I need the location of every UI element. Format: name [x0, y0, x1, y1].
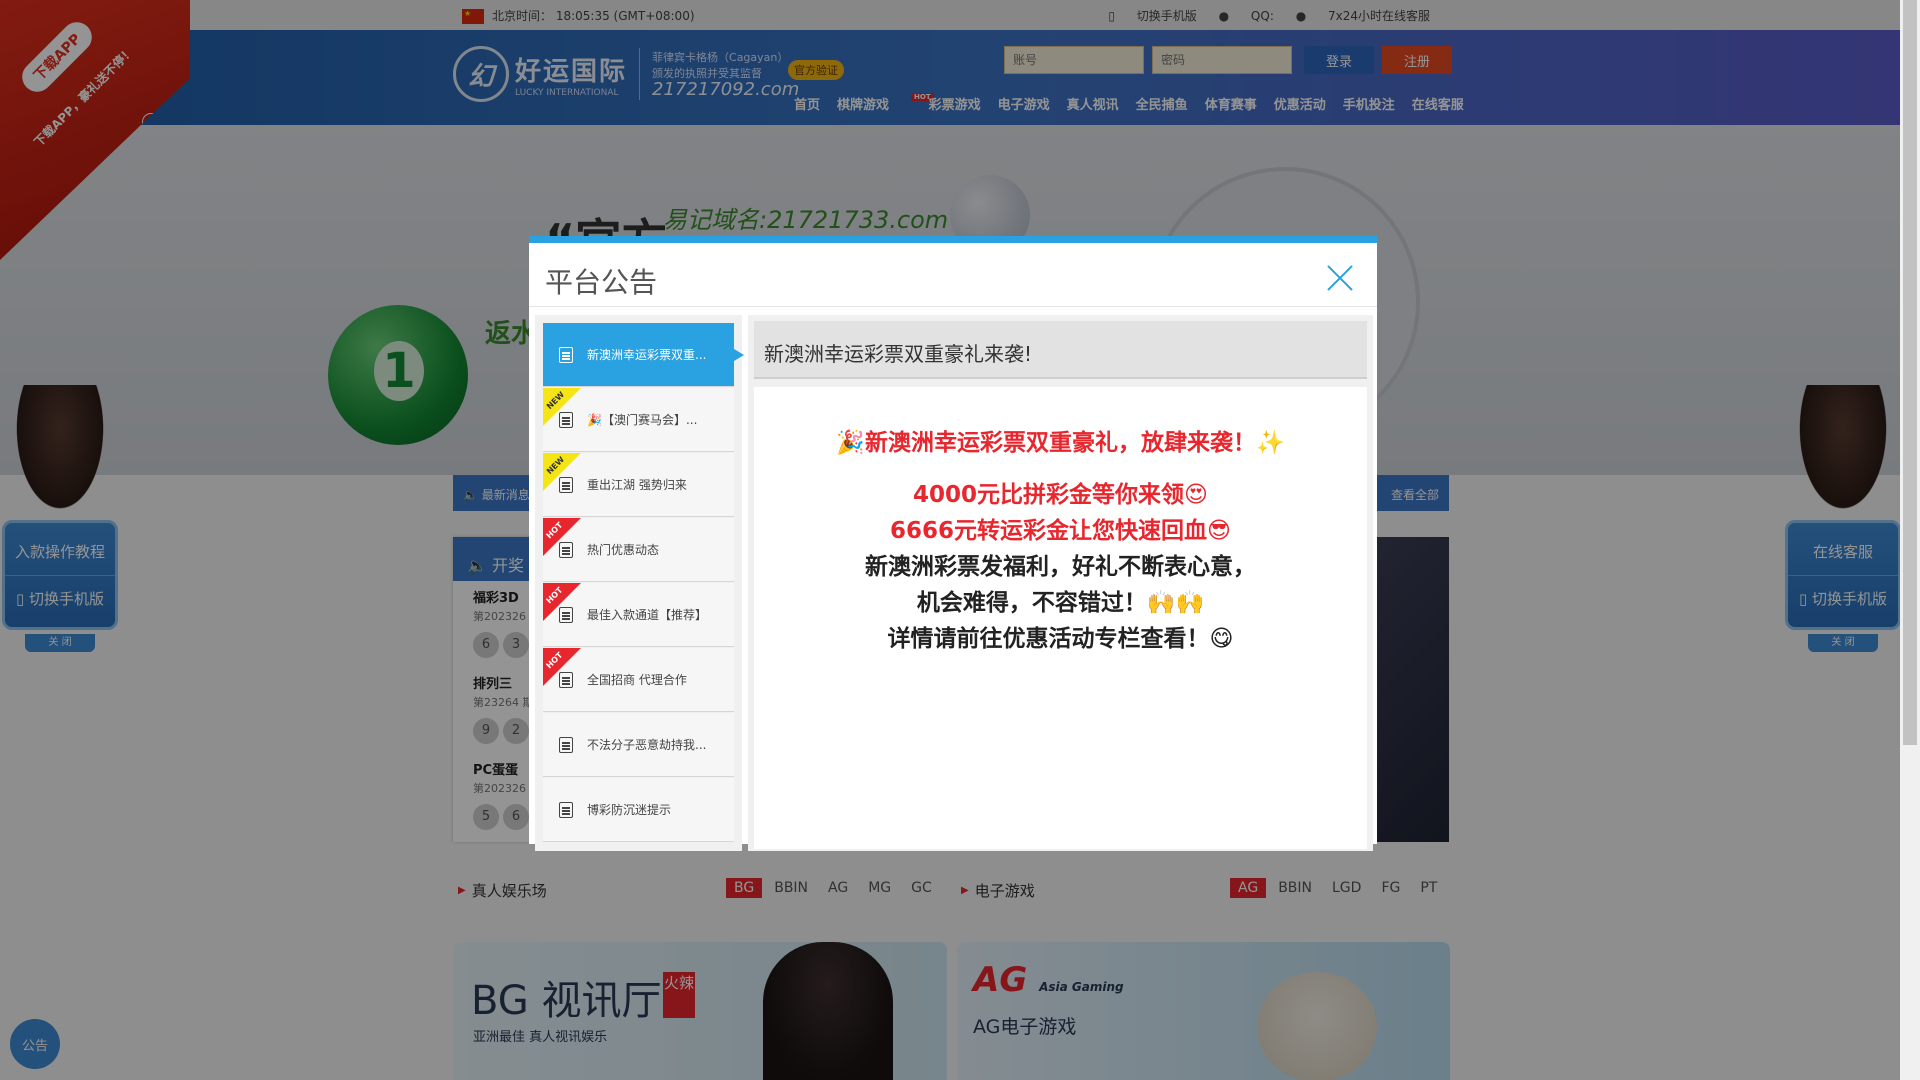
content-line: 详情请前往优惠活动专栏查看！😋 [887, 626, 1234, 652]
badge-text: HOT [544, 585, 565, 606]
content-line: 4000元比拼彩金等你来领😍 [913, 482, 1208, 508]
page: 北京时间： 18:05:35 (GMT+08:00) ▯ 切换手机版 ● QQ:… [0, 0, 1920, 1080]
announcement-item[interactable]: HOT 最佳入款通道【推荐】 [543, 583, 734, 647]
scrollbar-thumb[interactable] [1903, 0, 1917, 745]
document-icon [559, 412, 573, 428]
badge-text: HOT [544, 520, 565, 541]
document-icon [559, 607, 573, 623]
document-icon [559, 737, 573, 753]
badge-text: NEW [544, 389, 567, 412]
close-icon[interactable] [1325, 263, 1355, 293]
announcement-list: 新澳洲幸运彩票双重... NEW 🎉【澳门赛马会】... NEW 重出江湖 强势… [535, 315, 744, 851]
announcement-item[interactable]: NEW 重出江湖 强势归来 [543, 453, 734, 517]
content-line: 6666元转运彩金让您快速回血😎 [890, 518, 1231, 544]
document-icon [559, 347, 573, 363]
page-scrollbar[interactable] [1900, 0, 1920, 1080]
announcement-label: 博彩防沉迷提示 [587, 803, 672, 817]
document-icon [559, 672, 573, 688]
document-icon [559, 542, 573, 558]
badge-text: NEW [544, 454, 567, 477]
announcement-label: 新澳洲幸运彩票双重... [587, 348, 707, 362]
announcement-label: 全国招商 代理合作 [587, 673, 687, 687]
announcement-label: 不法分子恶意劫持我... [587, 738, 707, 752]
announcement-item[interactable]: 博彩防沉迷提示 [543, 778, 734, 842]
announcement-modal: 平台公告 新澳洲幸运彩票双重... NEW 🎉【澳门赛马会】... NEW 重出… [529, 236, 1377, 851]
modal-divider [529, 306, 1377, 307]
badge-text: HOT [544, 650, 565, 671]
announcement-label: 重出江湖 强势归来 [587, 478, 687, 492]
announcement-item[interactable]: HOT 热门优惠动态 [543, 518, 734, 582]
document-icon [559, 802, 573, 818]
content-line: 机会难得，不容错过！🙌🙌 [916, 590, 1205, 616]
content-line: 新澳洲彩票发福利，好礼不断表心意， [865, 554, 1256, 580]
announcement-item[interactable]: 不法分子恶意劫持我... [543, 713, 734, 777]
announcement-content: 新澳洲幸运彩票双重豪礼来袭! 🎉新澳洲幸运彩票双重豪礼，放肆来袭！✨ 4000元… [748, 315, 1373, 851]
content-title: 新澳洲幸运彩票双重豪礼来袭! [754, 321, 1367, 379]
announcement-label: 最佳入款通道【推荐】 [587, 608, 708, 622]
document-icon [559, 477, 573, 493]
content-body: 🎉新澳洲幸运彩票双重豪礼，放肆来袭！✨ 4000元比拼彩金等你来领😍 6666元… [754, 387, 1367, 849]
announcement-item[interactable]: NEW 🎉【澳门赛马会】... [543, 388, 734, 452]
announcement-item[interactable]: 新澳洲幸运彩票双重... [543, 323, 744, 387]
modal-title: 平台公告 [545, 266, 658, 299]
announcement-label: 热门优惠动态 [587, 543, 660, 557]
content-line: 🎉新澳洲幸运彩票双重豪礼，放肆来袭！✨ [836, 430, 1285, 456]
announcement-item[interactable]: HOT 全国招商 代理合作 [543, 648, 734, 712]
announcement-label: 🎉【澳门赛马会】... [587, 413, 698, 427]
